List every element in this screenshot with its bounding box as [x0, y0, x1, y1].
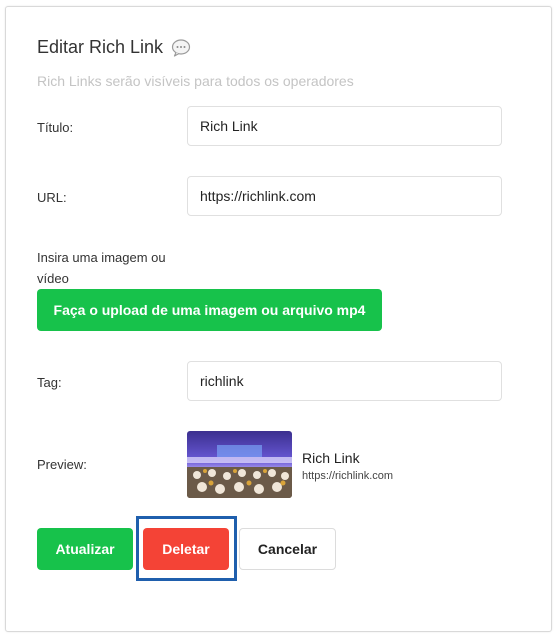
tag-input[interactable] [187, 361, 502, 401]
preview-title: Rich Link [302, 450, 360, 466]
page-subtitle: Rich Links serão visíveis para todos os … [37, 73, 354, 89]
delete-button[interactable]: Deletar [143, 528, 229, 570]
upload-media-button[interactable]: Faça o upload de uma imagem ou arquivo m… [37, 289, 382, 331]
media-label: Insira uma imagem ou vídeo [37, 250, 166, 286]
title-label: Título: [37, 120, 74, 135]
page-title: Editar Rich Link [37, 37, 164, 57]
title-input[interactable] [187, 106, 502, 146]
speech-bubble-icon [171, 38, 191, 58]
tag-label: Tag: [37, 375, 62, 390]
cancel-button[interactable]: Cancelar [239, 528, 336, 570]
edit-rich-link-card: Editar Rich Link Rich Links serão visíve… [5, 6, 552, 632]
preview-url: https://richlink.com [302, 470, 394, 482]
title-row: Editar Rich Link [37, 37, 191, 58]
update-button[interactable]: Atualizar [37, 528, 133, 570]
url-input[interactable] [187, 176, 502, 216]
preview-image [187, 431, 292, 498]
url-label: URL: [37, 190, 67, 205]
preview-label: Preview: [37, 457, 87, 472]
